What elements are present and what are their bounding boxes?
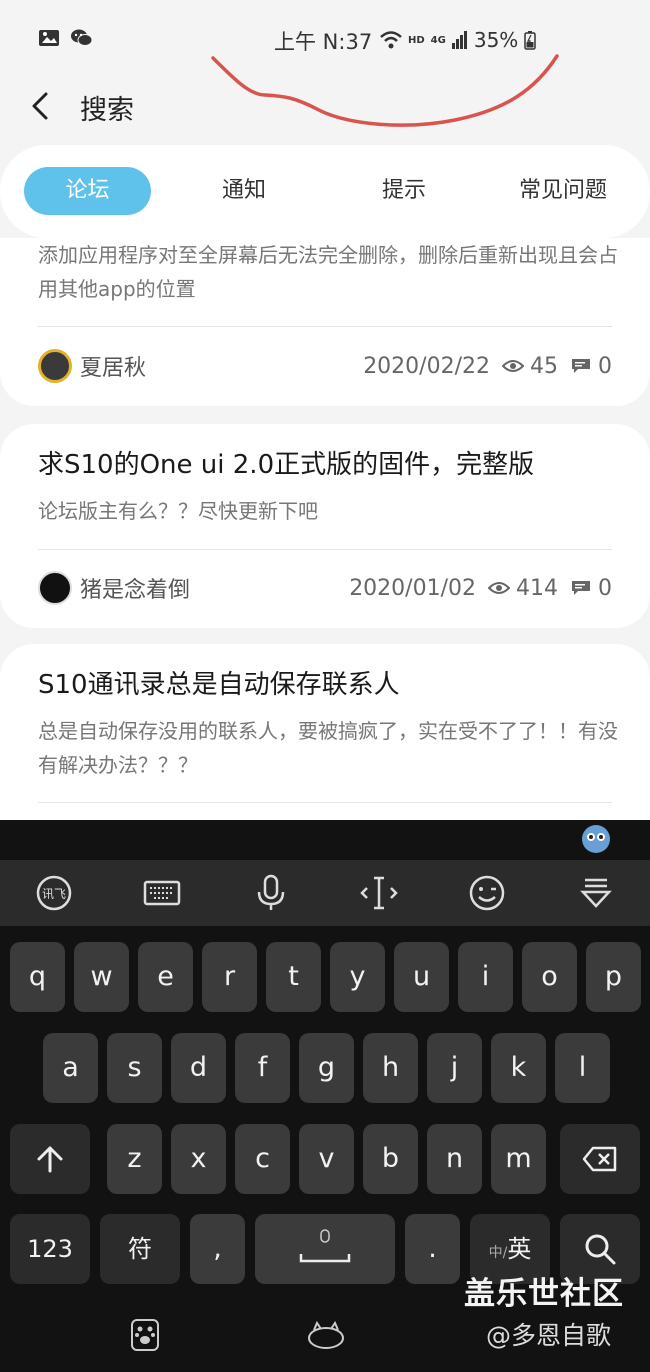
paw-icon[interactable] [130,1318,160,1352]
tab-forum[interactable]: 论坛 [24,167,151,215]
microphone-icon[interactable] [250,872,292,914]
back-arrow-icon[interactable] [26,86,56,126]
divider [38,802,612,803]
key-comma[interactable]: , [190,1214,245,1284]
eye-icon [488,582,510,594]
key-s[interactable]: s [107,1033,162,1103]
reply-count: 0 [598,353,612,379]
post-list[interactable]: 添加应用程序对至全屏幕后无法完全删除，删除后重新出现且会占用其他app的位置 夏… [0,238,650,820]
key-o[interactable]: o [522,942,577,1012]
key-m[interactable]: m [491,1124,546,1194]
search-header: 搜索 [0,80,650,140]
comment-icon [572,359,590,373]
key-a[interactable]: a [43,1033,98,1103]
svg-text:讯飞: 讯飞 [42,887,66,901]
cursor-icon[interactable] [358,872,400,914]
divider [38,326,612,327]
key-q[interactable]: q [10,942,65,1012]
key-j[interactable]: j [427,1033,482,1103]
key-u[interactable]: u [394,942,449,1012]
key-y[interactable]: y [330,942,385,1012]
gallery-icon [39,30,59,46]
reply-count: 0 [598,575,612,601]
key-i[interactable]: i [458,942,513,1012]
key-b[interactable]: b [363,1124,418,1194]
key-p[interactable]: p [586,942,641,1012]
hide-keyboard-icon[interactable] [575,872,617,914]
lang-small: 中/ [488,1245,508,1261]
key-n[interactable]: n [427,1124,482,1194]
key-x[interactable]: x [171,1124,226,1194]
key-period[interactable]: . [405,1214,460,1284]
key-w[interactable]: w [74,942,129,1012]
key-k[interactable]: k [491,1033,546,1103]
keyboard-toolbar: 讯飞 [0,860,650,926]
avatar[interactable] [38,349,72,383]
tab-tips[interactable]: 提示 [344,167,464,215]
wechat-icon [71,29,92,46]
comment-icon [572,581,590,595]
key-g[interactable]: g [299,1033,354,1103]
post-author[interactable]: 猪是念着倒 [80,572,190,604]
keyboard-icon[interactable] [141,872,183,914]
floating-assistant-icon[interactable] [580,824,612,854]
eye-icon [502,360,524,372]
watermark-user: @多恩自歌 [486,1321,612,1350]
post-title: 求S10的One ui 2.0正式版的固件，完整版 [38,450,535,480]
view-count: 414 [516,575,558,601]
post-summary: 总是自动保存没用的联系人，要被搞疯了，实在受不了了！！有没有解决办法？？？ [38,719,618,777]
post-meta: 夏居秋 2020/02/22 45 0 [38,348,612,384]
lang-big: 英 [507,1235,532,1263]
key-r[interactable]: r [202,942,257,1012]
search-icon [585,1234,616,1265]
tab-faq[interactable]: 常见问题 [500,167,626,215]
post-card[interactable]: 求S10的One ui 2.0正式版的固件，完整版 论坛版主有么？？尽快更新下吧… [0,424,650,628]
key-symbols[interactable]: 符 [100,1214,180,1284]
space-key[interactable] [255,1214,395,1284]
key-h[interactable]: h [363,1033,418,1103]
key-c[interactable]: c [235,1124,290,1194]
post-card[interactable]: S10通讯录总是自动保存联系人 总是自动保存没用的联系人，要被搞疯了，实在受不了… [0,644,650,820]
key-f[interactable]: f [235,1033,290,1103]
category-tabs: 论坛 通知 提示 常见问题 [0,145,650,238]
key-v[interactable]: v [299,1124,354,1194]
shift-arrow-icon [37,1146,63,1173]
key-e[interactable]: e [138,942,193,1012]
post-title: S10通讯录总是自动保存联系人 [38,670,400,700]
post-summary: 论坛版主有么？？尽快更新下吧 [38,499,318,523]
emoji-icon[interactable] [466,872,508,914]
post-card[interactable]: 添加应用程序对至全屏幕后无法完全删除，删除后重新出现且会占用其他app的位置 夏… [0,238,650,406]
key-d[interactable]: d [171,1033,226,1103]
avatar[interactable] [38,571,72,605]
backspace-key[interactable] [560,1124,640,1194]
post-author[interactable]: 夏居秋 [80,350,146,382]
view-count: 45 [530,353,558,379]
watermark-site: 盖乐世社区 [464,1276,624,1312]
key-123[interactable]: 123 [10,1214,90,1284]
status-bar: 上午 N:37 HD 4G 35% [0,0,650,127]
post-summary: 添加应用程序对至全屏幕后无法完全删除，删除后重新出现且会占用其他app的位置 [38,243,618,301]
post-date: 2020/01/02 [349,575,476,601]
iflytek-voice-icon[interactable]: 讯飞 [33,872,75,914]
post-date: 2020/02/22 [363,353,490,379]
key-l[interactable]: l [555,1033,610,1103]
divider [38,549,612,550]
backspace-icon [582,1146,617,1172]
tab-notice[interactable]: 通知 [184,167,304,215]
page-title: 搜索 [80,95,134,126]
cat-icon[interactable] [306,1320,346,1350]
key-t[interactable]: t [266,942,321,1012]
space-mic-icon [299,1229,351,1263]
post-meta: 猪是念着倒 2020/01/02 414 0 [38,570,612,606]
key-z[interactable]: z [107,1124,162,1194]
shift-key[interactable] [10,1124,90,1194]
